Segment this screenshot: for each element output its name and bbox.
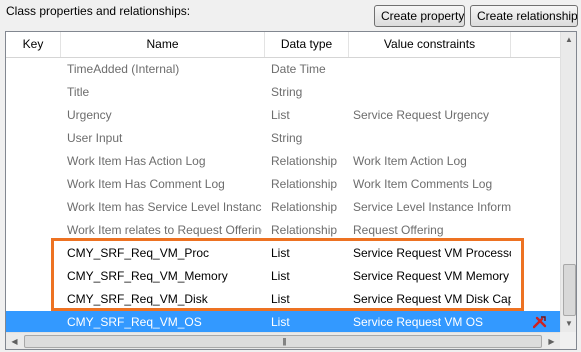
- cell-data-type: List: [271, 292, 290, 306]
- delete-property-icon[interactable]: [532, 315, 547, 329]
- vertical-scrollbar[interactable]: ▲ ▼: [560, 32, 576, 332]
- cell-name: CMY_SRF_Req_VM_Proc: [67, 246, 210, 260]
- scroll-down-icon[interactable]: ▼: [561, 316, 576, 332]
- table-row[interactable]: Urgency List Service Request Urgency: [6, 104, 560, 127]
- cell-value-constraint: [353, 81, 511, 104]
- cell-name: Work Item Has Comment Log: [67, 177, 225, 191]
- cell-value-constraint: Service Request Urgency: [353, 108, 490, 122]
- cell-name: Urgency: [67, 108, 112, 122]
- cell-value-constraint: Service Level Instance Informati: [353, 200, 511, 214]
- cell-data-type: List: [271, 315, 290, 329]
- cell-data-type: Relationship: [271, 177, 338, 191]
- cell-name: Work Item relates to Request Offering: [67, 223, 262, 237]
- cell-value-constraint: Service Request VM OS: [353, 315, 484, 329]
- grip-icon: |||: [282, 337, 286, 346]
- cell-name: Work Item has Service Level Instance I: [67, 200, 262, 214]
- cell-value-constraint: Service Request VM Memory: [353, 269, 510, 283]
- cell-data-type: List: [271, 108, 290, 122]
- table-row[interactable]: CMY_SRF_Req_VM_Memory List Service Reque…: [6, 265, 560, 288]
- scroll-up-icon[interactable]: ▲: [561, 32, 576, 48]
- cell-data-type: List: [271, 269, 290, 283]
- table-row[interactable]: CMY_SRF_Req_VM_Proc List Service Request…: [6, 242, 560, 265]
- cell-value-constraint: Work Item Comments Log: [353, 177, 493, 191]
- cell-data-type: Date Time: [271, 62, 326, 76]
- grid-header: Key Name Data type Value constraints: [6, 32, 576, 58]
- scroll-left-icon[interactable]: ◀: [6, 333, 23, 349]
- table-row[interactable]: Work Item relates to Request Offering Re…: [6, 219, 560, 242]
- table-row[interactable]: Work Item Has Action Log Relationship Wo…: [6, 150, 560, 173]
- cell-data-type: Relationship: [271, 200, 338, 214]
- cell-data-type: String: [271, 85, 303, 99]
- vertical-scroll-thumb[interactable]: [563, 264, 576, 316]
- cell-data-type: List: [271, 246, 290, 260]
- cell-name: CMY_SRF_Req_VM_Memory: [67, 269, 228, 283]
- horizontal-scrollbar[interactable]: ◀ ||| ▶: [6, 332, 560, 349]
- cell-value-constraint: Service Request VM Disk Capac: [353, 292, 511, 306]
- cell-value-constraint: Service Request VM Processor: [353, 246, 511, 260]
- cell-name: Work Item Has Action Log: [67, 154, 206, 168]
- create-relationship-button[interactable]: Create relationship...: [470, 5, 578, 27]
- cell-name: TimeAdded (Internal): [67, 62, 180, 76]
- column-header-data-type[interactable]: Data type: [265, 32, 349, 57]
- scrollbar-corner: [560, 332, 576, 349]
- column-header-name[interactable]: Name: [61, 32, 265, 57]
- cell-name: CMY_SRF_Req_VM_OS: [67, 315, 202, 329]
- table-row[interactable]: User Input String: [6, 127, 560, 150]
- create-property-button[interactable]: Create property...: [374, 5, 465, 27]
- table-row-selected[interactable]: CMY_SRF_Req_VM_OS List Service Request V…: [6, 311, 560, 334]
- cell-data-type: Relationship: [271, 154, 338, 168]
- table-row[interactable]: Work Item Has Comment Log Relationship W…: [6, 173, 560, 196]
- cell-data-type: Relationship: [271, 223, 338, 237]
- cell-name: Title: [67, 85, 90, 99]
- table-row[interactable]: CMY_SRF_Req_VM_Disk List Service Request…: [6, 288, 560, 311]
- cell-data-type: String: [271, 131, 303, 145]
- table-row[interactable]: Work Item has Service Level Instance I R…: [6, 196, 560, 219]
- table-row[interactable]: Title String: [6, 81, 560, 104]
- section-label: Class properties and relationships:: [6, 4, 191, 18]
- properties-grid: Key Name Data type Value constraints Tim…: [5, 31, 577, 350]
- column-header-value-constraints[interactable]: Value constraints: [349, 32, 511, 57]
- cell-name: User Input: [67, 131, 123, 145]
- scroll-right-icon[interactable]: ▶: [543, 333, 560, 349]
- column-header-key[interactable]: Key: [6, 32, 61, 57]
- horizontal-scroll-thumb[interactable]: |||: [24, 335, 542, 348]
- cell-name: CMY_SRF_Req_VM_Disk: [67, 292, 208, 306]
- table-row[interactable]: TimeAdded (Internal) Date Time: [6, 58, 560, 81]
- cell-value-constraint: Request Offering: [353, 223, 444, 237]
- cell-value-constraint: Work Item Action Log: [353, 154, 467, 168]
- cell-value-constraint: [353, 127, 511, 150]
- cell-value-constraint: [353, 58, 511, 81]
